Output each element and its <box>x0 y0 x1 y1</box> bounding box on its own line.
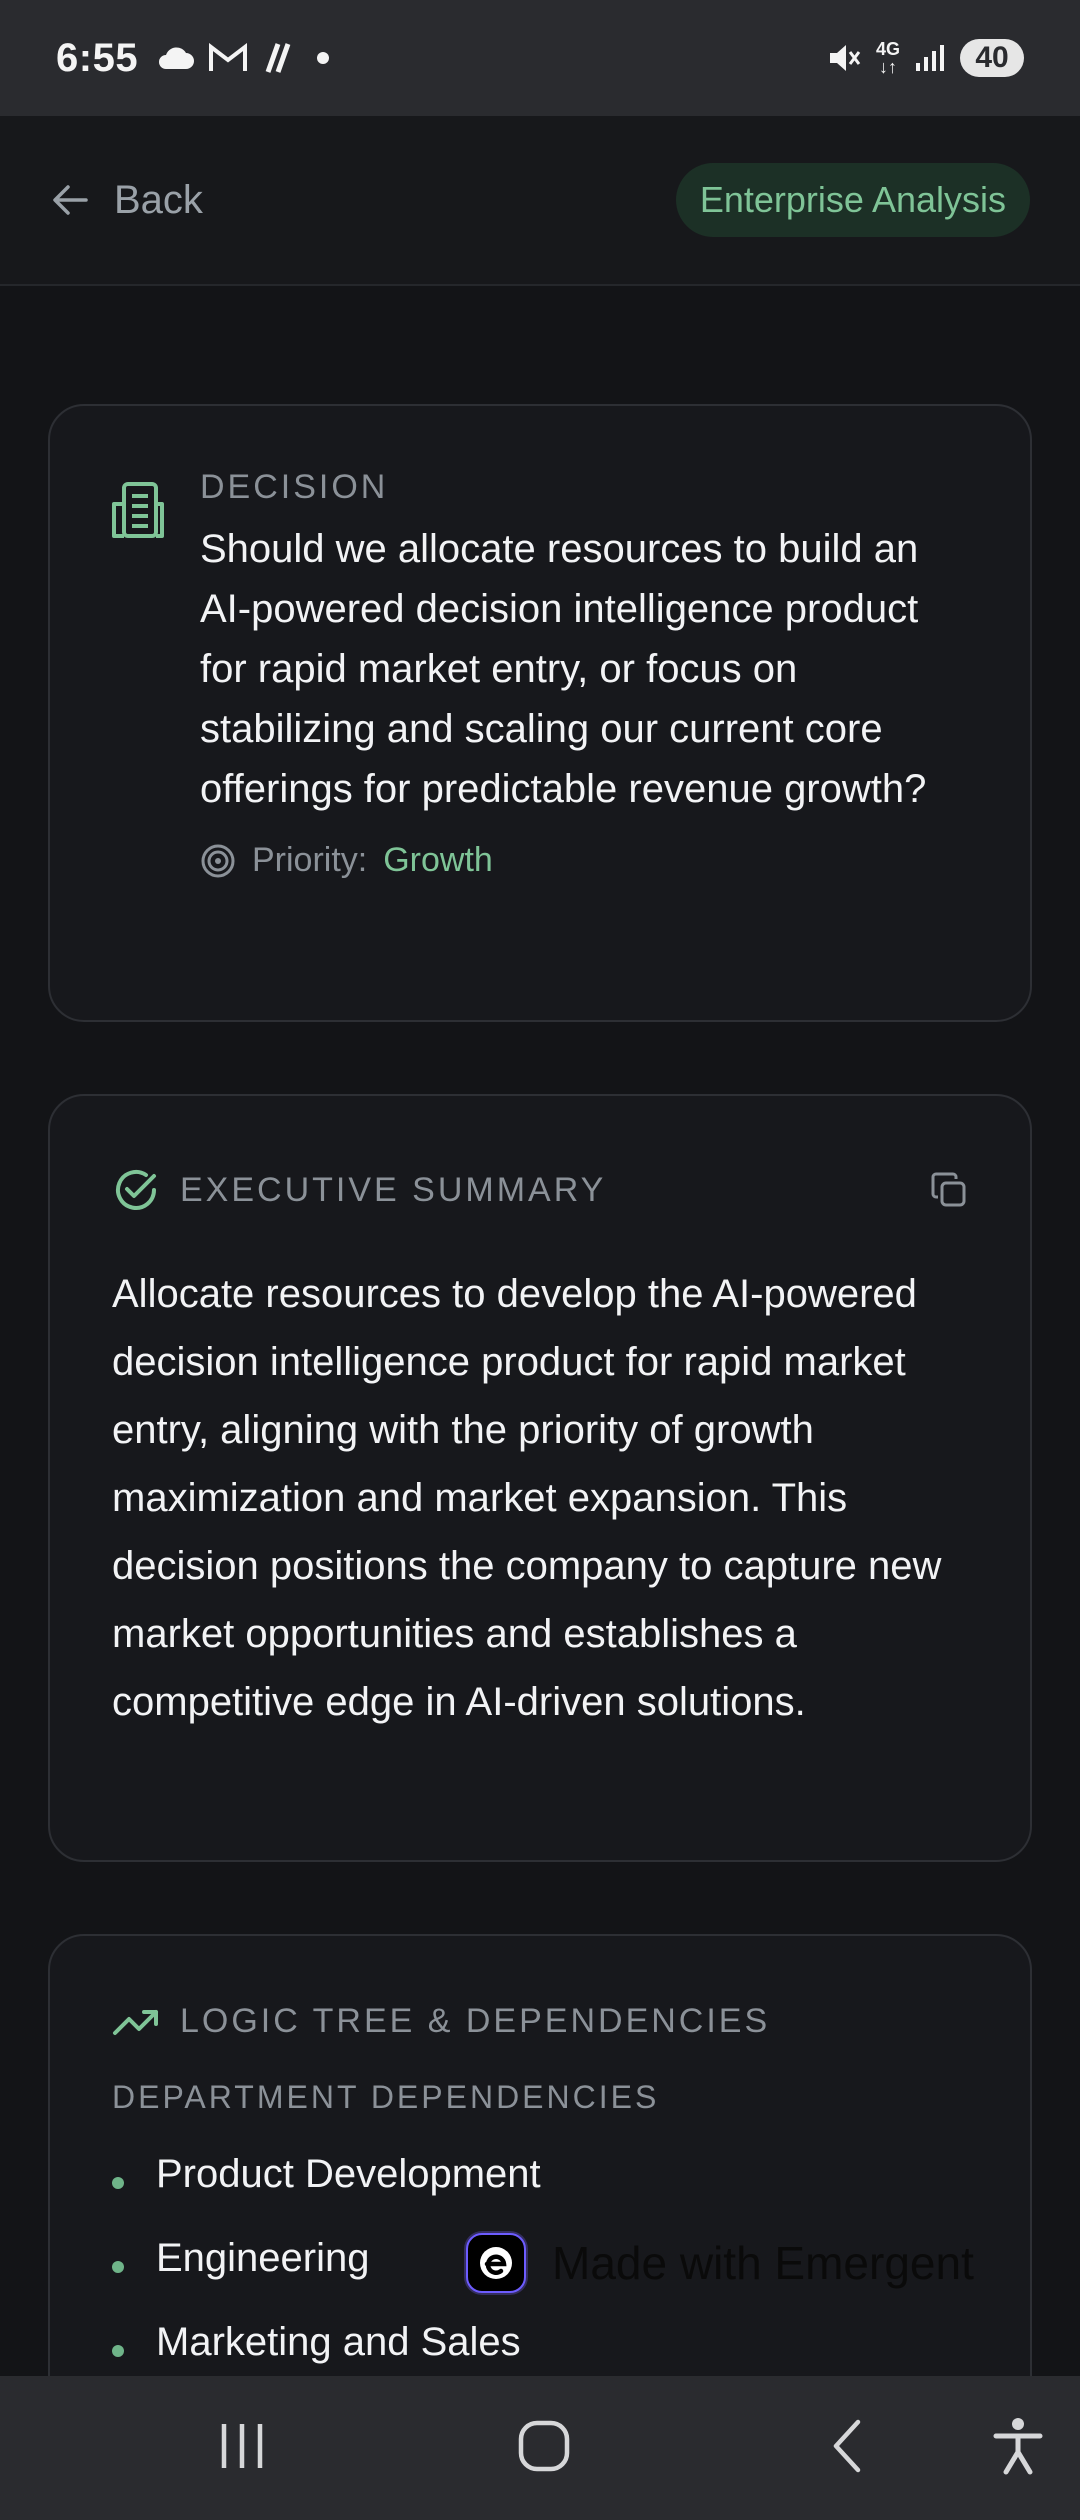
notification-dot-icon <box>317 52 330 64</box>
executive-summary-card: EXECUTIVE SUMMARY Allocate resources to … <box>48 1094 1032 1862</box>
logic-eyebrow: LOGIC TREE & DEPENDENCIES <box>180 2002 771 2040</box>
priority-value: Growth <box>383 841 493 879</box>
made-with-badge[interactable]: Made with Emergent <box>466 2230 974 2296</box>
priority-label: Priority: <box>252 841 368 879</box>
system-navigation-bar <box>0 2376 1080 2520</box>
app-notification-icon <box>265 43 291 73</box>
decision-card: DECISION Should we allocate resources to… <box>48 404 1032 1022</box>
back-button[interactable]: Back <box>50 178 203 223</box>
bullet-icon <box>112 2345 124 2357</box>
network-type-indicator: 4G ↓↑ <box>875 39 900 77</box>
made-with-text: Made with Emergent <box>552 2237 974 2289</box>
status-time: 6:55 <box>56 35 139 80</box>
status-bar: 6:55 4G ↓↑ 40 <box>0 0 1080 116</box>
accessibility-icon[interactable] <box>990 2416 1046 2476</box>
decision-eyebrow: DECISION <box>200 468 389 506</box>
bullet-icon <box>112 2177 124 2189</box>
emergent-logo-icon <box>466 2233 526 2293</box>
system-back-icon[interactable] <box>822 2416 872 2476</box>
battery-indicator: 40 <box>960 39 1024 77</box>
summary-text: Allocate resources to develop the AI-pow… <box>112 1272 942 1724</box>
decision-question: Should we allocate resources to build an… <box>200 527 927 811</box>
arrow-left-icon <box>53 185 88 215</box>
list-item: Product Development <box>112 2132 968 2216</box>
recent-apps-icon[interactable] <box>214 2416 270 2476</box>
building-icon <box>112 482 164 538</box>
copy-icon[interactable] <box>930 1171 968 1209</box>
list-item: Marketing and Sales <box>112 2300 968 2384</box>
check-circle-icon <box>116 1169 156 1210</box>
analysis-type-badge: Enterprise Analysis <box>675 163 1030 237</box>
signal-icon <box>916 45 944 71</box>
gmail-icon <box>209 43 248 71</box>
priority-row: Priority: Growth <box>200 841 970 880</box>
back-label: Back <box>114 177 203 222</box>
summary-eyebrow: EXECUTIVE SUMMARY <box>180 1170 607 1209</box>
trending-up-icon <box>113 2009 158 2035</box>
home-icon[interactable] <box>514 2416 574 2476</box>
cloud-icon <box>159 47 195 69</box>
bullet-icon <box>112 2261 124 2273</box>
mute-icon <box>829 45 861 71</box>
top-nav: Back Enterprise Analysis <box>0 116 1080 286</box>
department-dependencies-heading: DEPARTMENT DEPENDENCIES <box>112 2079 660 2115</box>
target-icon <box>201 844 235 877</box>
